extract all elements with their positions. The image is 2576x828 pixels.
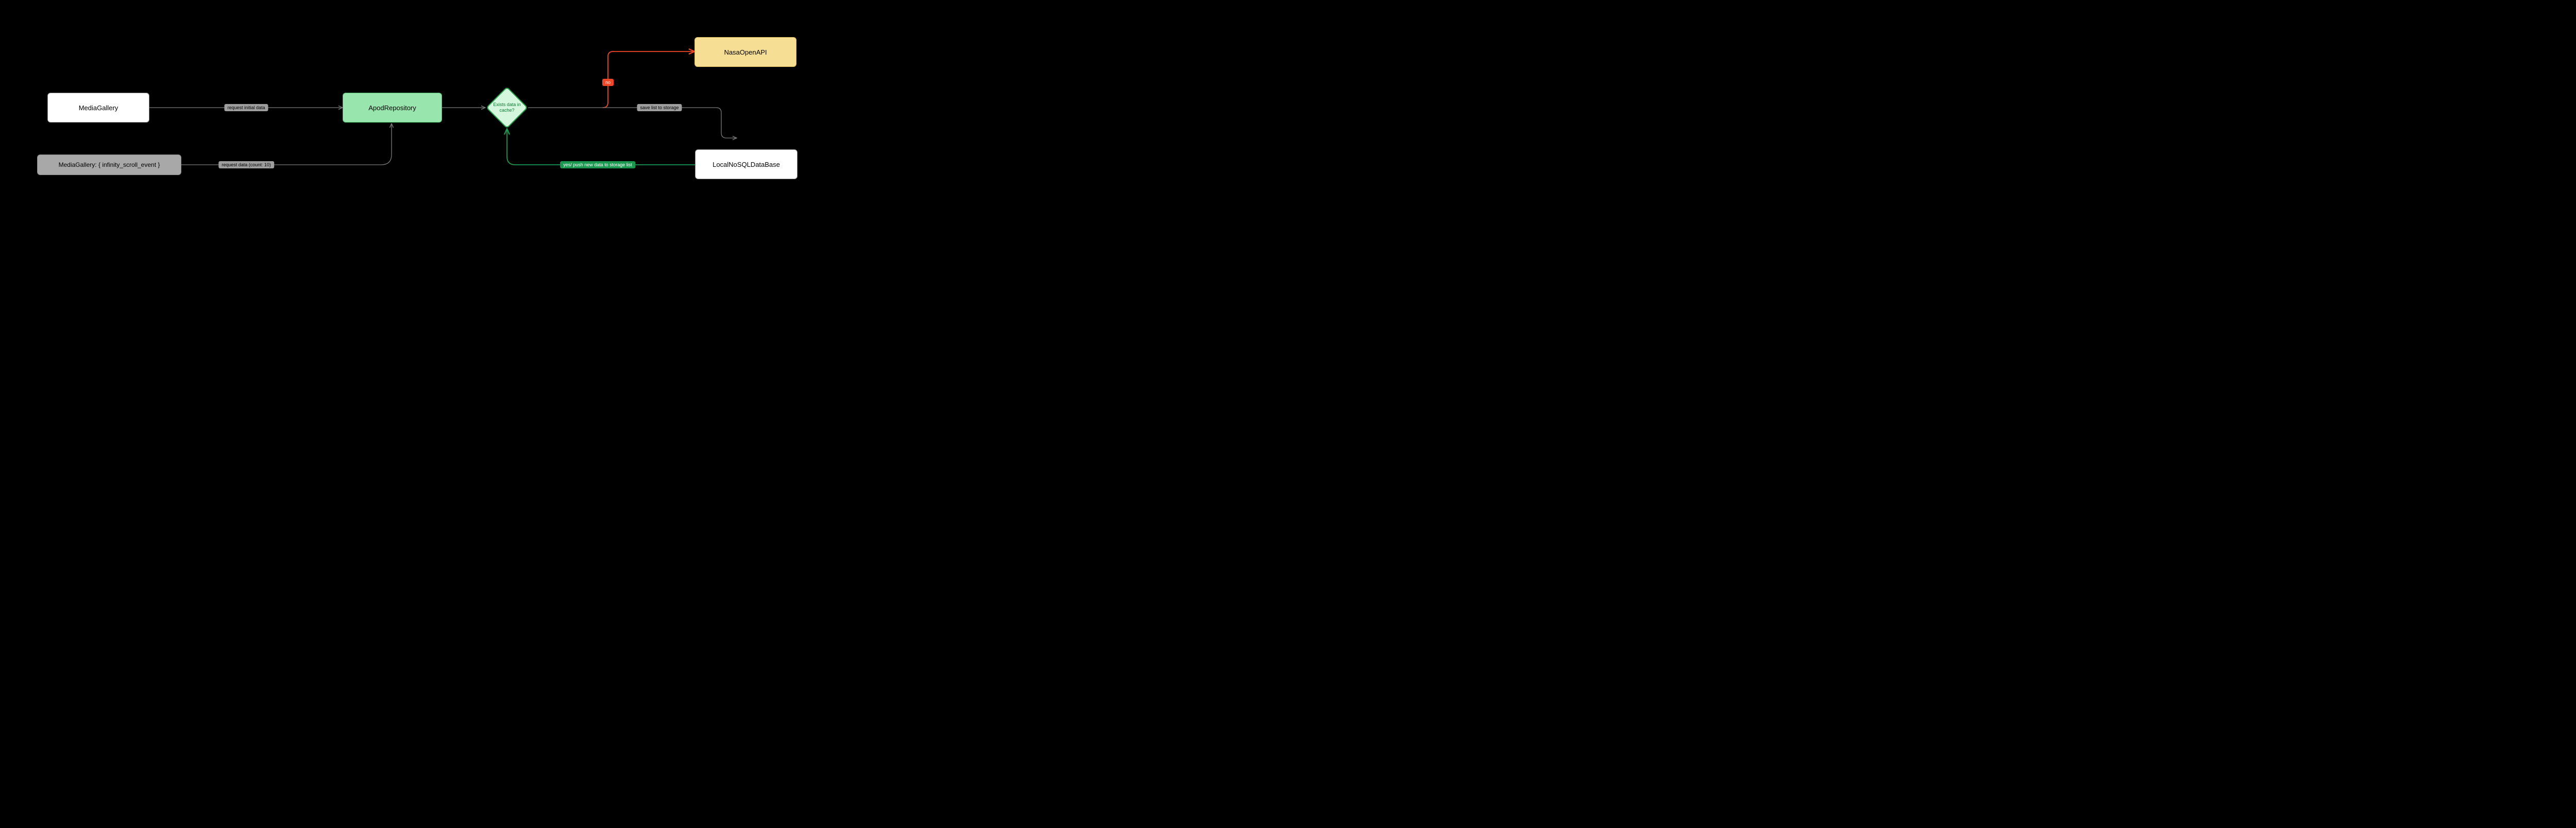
edge-label-yes-push: yes/ push new data to storage list [560, 161, 635, 168]
label-decision: Exists data in cache? [486, 102, 528, 113]
label-nasa-api: NasaOpenAPI [724, 48, 767, 56]
edge-label-request-count: request data (count: 10) [218, 161, 274, 168]
node-apod-repository: ApodRepository [343, 93, 442, 123]
edge-no-to-nasa [603, 51, 694, 108]
label-media-gallery: MediaGallery [79, 104, 118, 112]
edge-label-save-list: save list to storage [637, 104, 682, 111]
node-infinity-scroll-event: MediaGallery: { infinity_scroll_event } [37, 154, 181, 175]
edge-yes-push [507, 129, 695, 165]
flow-diagram: MediaGallery ApodRepository Exists data … [0, 0, 808, 221]
node-media-gallery: MediaGallery [47, 93, 149, 123]
label-local-db: LocalNoSQLDataBase [713, 161, 780, 168]
node-local-db: LocalNoSQLDataBase [695, 149, 798, 179]
node-nasa-api: NasaOpenAPI [694, 37, 796, 67]
edge-label-request-initial: request initial data [224, 104, 268, 111]
label-apod-repo: ApodRepository [368, 104, 416, 112]
edge-save-to-localdb-top [603, 108, 737, 138]
edge-infinity-to-repo [181, 124, 392, 165]
node-decision-cache: Exists data in cache? [486, 87, 528, 129]
label-infinity-event: MediaGallery: { infinity_scroll_event } [59, 161, 160, 168]
edge-label-no: no [602, 79, 614, 86]
